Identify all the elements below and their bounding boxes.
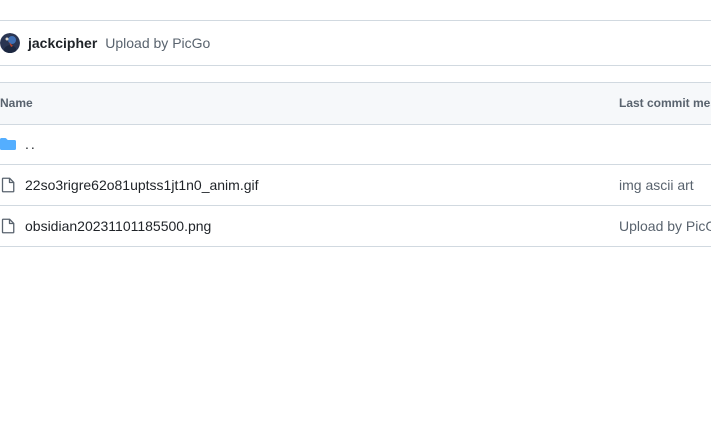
commit-message-link[interactable]: Upload by PicGo [105,35,210,51]
table-header: Name Last commit message [0,82,711,125]
file-name-link[interactable]: 22so3rigre62o81uptss1jt1n0_anim.gif [25,165,259,205]
parent-directory-link[interactable]: .. [25,124,37,164]
commit-author-link[interactable]: jackcipher [28,35,97,51]
commit-message-link[interactable]: Upload by PicGo [619,206,711,246]
table-row-parent-directory[interactable]: .. [0,124,711,165]
table-row[interactable]: obsidian20231101185500.png Upload by Pic… [0,206,711,247]
avatar[interactable] [0,33,20,53]
file-icon [0,218,16,234]
column-header-name: Name [0,96,33,110]
folder-icon [0,136,16,152]
table-row[interactable]: 22so3rigre62o81uptss1jt1n0_anim.gif img … [0,165,711,206]
file-browser: jackcipher Upload by PicGo Name Last com… [0,0,711,430]
column-header-last-commit: Last commit message [619,96,711,110]
file-name-link[interactable]: obsidian20231101185500.png [25,206,211,246]
latest-commit-bar: jackcipher Upload by PicGo [0,21,711,65]
divider [0,65,711,66]
commit-message-link[interactable]: img ascii art [619,165,694,205]
file-icon [0,177,16,193]
